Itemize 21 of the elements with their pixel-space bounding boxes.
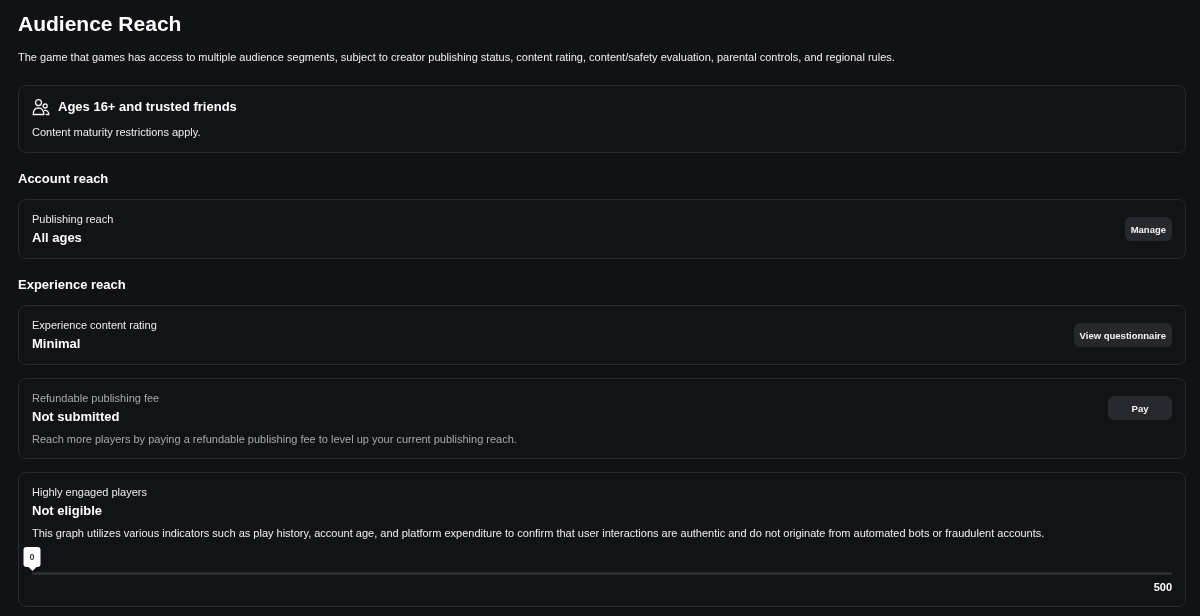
action-button[interactable]: Pay	[1108, 396, 1172, 420]
setting-label: Refundable publishing fee	[32, 391, 160, 405]
page-title: Audience Reach	[18, 11, 182, 37]
slider-max-label: 500	[1153, 580, 1172, 594]
setting-value: Not eligible	[32, 503, 103, 519]
audience-title: Ages 16+ and trusted friends	[58, 98, 237, 116]
action-button[interactable]: Manage	[1124, 217, 1172, 241]
page-description: The game that games has access to multiple audience segments, subject to creator publishing status, content rating, content/safety evaluation, parental controls, and regional rules.	[18, 50, 895, 65]
audience-note: Content maturity restrictions apply.	[32, 125, 201, 140]
setting-description: This graph utilizes various indicators such as play history, account age, and platform expenditure to confirm that user interactions are authentic and do not originate from automated bots or fraudulent accounts.	[32, 526, 1045, 540]
people-icon	[32, 98, 50, 116]
section-heading: Experience reach	[18, 276, 126, 294]
action-button[interactable]: View questionnaire	[1073, 323, 1172, 347]
setting-label: Highly engaged players	[32, 485, 147, 499]
setting-label: Publishing reach	[32, 212, 114, 226]
setting-value: All ages	[32, 230, 82, 246]
section-heading: Account reach	[18, 170, 109, 188]
setting-value: Minimal	[32, 336, 81, 352]
setting-label: Experience content rating	[32, 318, 157, 332]
setting-value: Not submitted	[32, 409, 120, 425]
setting-description: Reach more players by paying a refundable publishing fee to level up your current publishing reach.	[32, 432, 517, 446]
